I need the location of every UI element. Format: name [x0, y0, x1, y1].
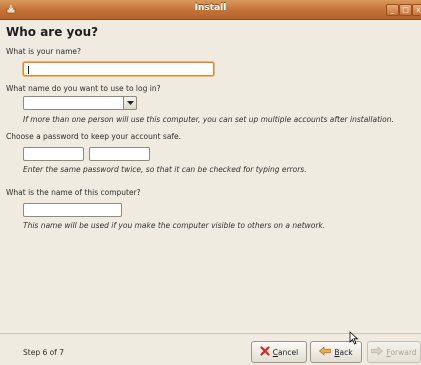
cancel-icon [260, 346, 270, 358]
computer-name-field[interactable] [23, 203, 122, 217]
arrow-left-icon [319, 346, 332, 358]
maximize-button[interactable]: □ [399, 4, 412, 16]
password-label: Choose a password to keep your account s… [6, 132, 182, 141]
login-hint: If more than one person will use this co… [23, 115, 394, 124]
computer-name-hint: This name will be used if you make the c… [23, 221, 326, 230]
full-name-field[interactable] [23, 62, 214, 76]
password-hint: Enter the same password twice, so that i… [23, 165, 307, 174]
password-field[interactable] [23, 147, 84, 161]
cancel-button[interactable]: Cancel [251, 341, 307, 363]
cancel-label: Cancel [272, 347, 299, 357]
name-label: What is your name? [6, 47, 81, 56]
mouse-pointer-icon [349, 331, 359, 347]
text-caret [28, 66, 29, 74]
forward-label: Forward [386, 347, 417, 357]
back-label: Back [334, 347, 353, 357]
username-combo[interactable] [23, 96, 137, 110]
arrow-right-icon [371, 346, 384, 358]
window-title: Install [194, 3, 227, 13]
login-label: What name do you want to use to log in? [6, 84, 161, 93]
step-indicator: Step 6 of 7 [23, 348, 65, 357]
window-titlebar[interactable]: Install _ □ x [0, 0, 421, 20]
page-title: Who are you? [6, 25, 99, 39]
minimize-button[interactable]: _ [386, 4, 399, 16]
forward-button[interactable]: Forward [367, 341, 421, 363]
password-confirm-field[interactable] [89, 147, 150, 161]
computer-name-label: What is the name of this computer? [6, 188, 141, 197]
close-button[interactable]: x [412, 4, 421, 16]
username-dropdown-button[interactable] [123, 96, 137, 110]
